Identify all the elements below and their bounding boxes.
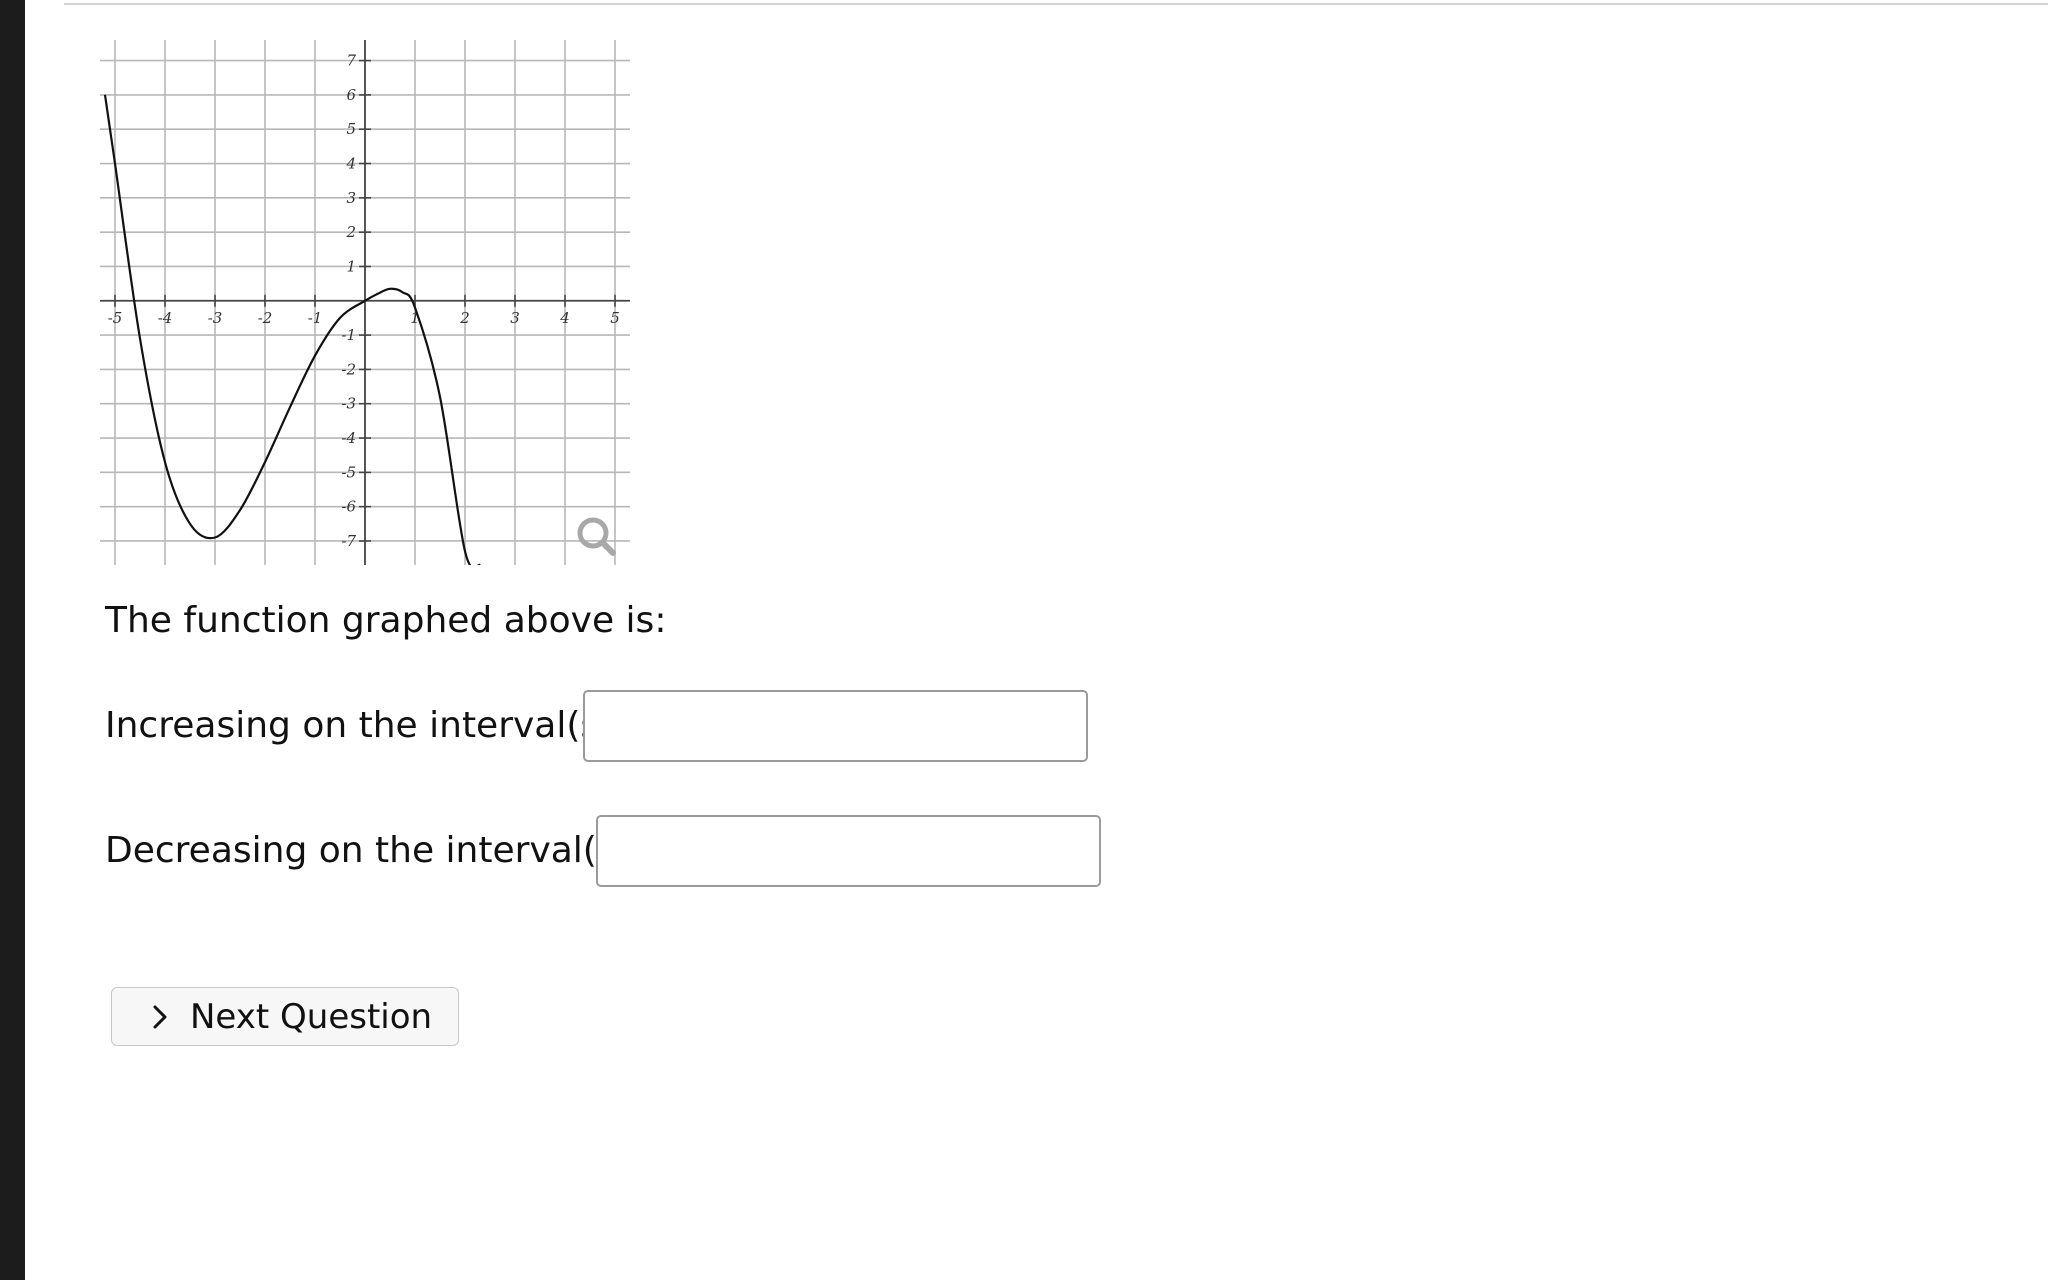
y-tick-label: 1 xyxy=(346,257,356,275)
y-tick-label: -4 xyxy=(341,429,356,447)
y-tick-label: -6 xyxy=(341,498,356,516)
y-tick-label: 2 xyxy=(345,223,356,241)
question-prompt: The function graphed above is: xyxy=(105,600,667,641)
x-tick-label: 4 xyxy=(559,309,570,327)
x-tick-label: 5 xyxy=(610,309,620,327)
y-tick-label: 5 xyxy=(346,120,356,138)
x-tick-label: 2 xyxy=(459,309,470,327)
y-tick-label: -2 xyxy=(341,360,356,378)
window-edge xyxy=(0,0,25,1280)
y-tick-label: 7 xyxy=(346,52,356,70)
next-question-button[interactable]: Next Question xyxy=(111,987,459,1046)
y-tick-label: -5 xyxy=(341,463,356,481)
increasing-label: Increasing on the interval(s) xyxy=(105,705,614,746)
magnifier-icon[interactable] xyxy=(577,517,616,556)
chevron-right-icon xyxy=(153,1005,167,1028)
x-tick-label: 3 xyxy=(510,309,520,327)
x-tick-label: -3 xyxy=(208,309,223,327)
y-tick-label: 3 xyxy=(346,189,356,207)
y-tick-label: -7 xyxy=(341,532,356,550)
y-tick-label: 4 xyxy=(345,155,356,173)
decreasing-label: Decreasing on the interval(s) xyxy=(105,830,630,871)
y-tick-label: 6 xyxy=(346,86,356,104)
y-tick-label: -3 xyxy=(341,395,356,413)
increasing-interval-input[interactable] xyxy=(583,690,1088,762)
top-divider xyxy=(64,3,2048,5)
x-tick-label: -4 xyxy=(158,309,173,327)
decreasing-interval-input[interactable] xyxy=(596,815,1101,887)
function-graph: -5 -4 -3 -2 -1 1 2 3 4 5 -7 -6 -5 -4 -3 -2 -1 1 2 3 4 5 6 7 xyxy=(100,40,630,565)
next-question-label: Next Question xyxy=(190,996,433,1037)
x-tick-label: -2 xyxy=(258,309,273,327)
function-curve xyxy=(103,94,482,565)
y-tick-label: -1 xyxy=(341,326,356,344)
graph-svg: -5 -4 -3 -2 -1 1 2 3 4 5-7-6-5-4-3-2-11234567 xyxy=(100,40,630,565)
x-tick-label: -1 xyxy=(308,309,323,327)
x-tick-label: -5 xyxy=(108,309,123,327)
